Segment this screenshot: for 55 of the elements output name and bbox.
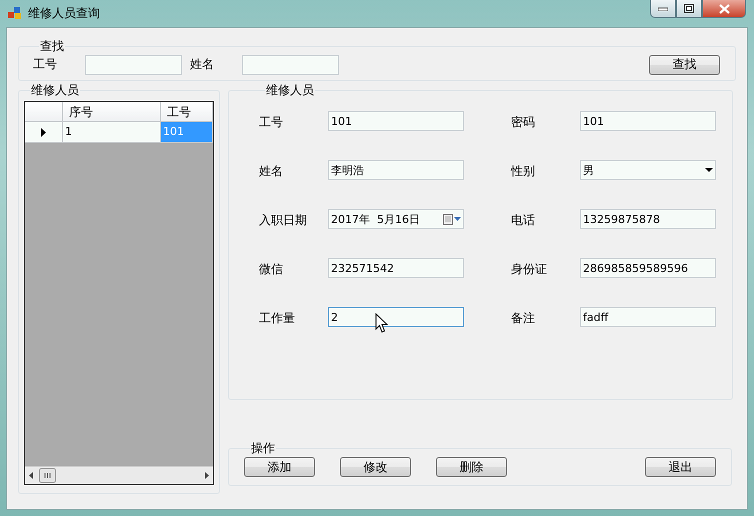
field-label: 备注 (510, 310, 536, 327)
row-header-corner (25, 102, 63, 122)
maximize-icon (684, 4, 694, 13)
field-label: 电话 (510, 212, 536, 229)
group-title: 操作 (250, 440, 276, 457)
group-title: 维修人员 (30, 82, 80, 99)
input-field[interactable]: 101 (328, 111, 464, 131)
scroll-left-icon[interactable] (29, 472, 33, 479)
table-cell[interactable]: 1 (63, 122, 161, 143)
date-picker[interactable]: 2017年 5月16日 (328, 209, 464, 229)
input-field[interactable]: 232571542 (328, 258, 464, 278)
row-header[interactable] (25, 122, 63, 143)
field-label: 工号 (33, 56, 57, 73)
field-label: 性别 (510, 163, 536, 180)
column-header[interactable]: 序号 (63, 102, 161, 122)
action-button[interactable]: 修改 (340, 457, 411, 477)
horizontal-scrollbar[interactable] (25, 466, 213, 484)
close-button[interactable] (702, 0, 746, 18)
dropdown[interactable]: 男 (580, 160, 716, 180)
app-icon (8, 6, 22, 20)
action-button[interactable]: 删除 (436, 457, 507, 477)
minimize-button[interactable] (650, 0, 676, 18)
action-button[interactable]: 退出 (645, 457, 716, 477)
window-title: 维修人员查询 (28, 5, 100, 22)
input-field[interactable] (242, 54, 339, 74)
input-field[interactable]: 101 (580, 111, 716, 131)
input-field[interactable]: 李明浩 (328, 160, 464, 180)
scroll-right-icon[interactable] (205, 472, 209, 479)
input-field[interactable]: 13259875878 (580, 209, 716, 229)
scrollbar-thumb[interactable] (39, 468, 56, 483)
field-label: 姓名 (259, 163, 284, 180)
search-button[interactable]: 查找 (649, 54, 720, 74)
group-title: 查找 (39, 38, 65, 55)
field-label: 微信 (259, 261, 284, 278)
column-header[interactable]: 工号 (161, 102, 213, 122)
close-icon (718, 4, 730, 14)
input-field[interactable]: 2 (328, 307, 464, 327)
action-button[interactable]: 添加 (244, 457, 315, 477)
input-field[interactable]: fadff (580, 307, 716, 327)
caret-icon (705, 168, 713, 172)
caret-icon (454, 217, 461, 221)
field-label: 姓名 (190, 56, 214, 73)
field-label: 工号 (259, 114, 284, 131)
mouse-pointer-icon (375, 313, 389, 334)
group-title: 维修人员 (265, 82, 315, 99)
field-label: 密码 (510, 114, 536, 131)
minimize-icon (658, 6, 668, 10)
maximize-button[interactable] (676, 0, 702, 18)
field-label: 身份证 (510, 261, 548, 278)
input-field[interactable] (85, 54, 182, 74)
field-label: 工作量 (259, 310, 296, 327)
current-row-icon (41, 128, 46, 136)
calendar-icon (443, 214, 453, 224)
field-label: 入职日期 (259, 212, 308, 229)
input-field[interactable]: 286985859589596 (580, 258, 716, 278)
